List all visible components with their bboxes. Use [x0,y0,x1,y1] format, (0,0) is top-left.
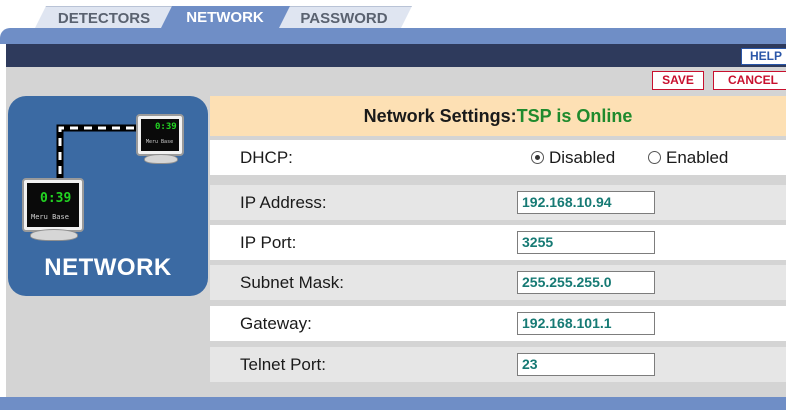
gateway-row: Gateway: 192.168.101.1 [210,306,786,341]
dhcp-disabled-label: Disabled [549,148,616,167]
gateway-field[interactable]: 192.168.101.1 [517,312,655,335]
help-button[interactable]: HELP [741,48,786,65]
small-monitor-label: Meru Base [146,139,174,145]
ip-port-row: IP Port: 3255 [210,225,786,260]
gateway-label: Gateway: [240,314,312,333]
tab-bar: DETECTORS PASSWORD NETWORK [0,0,786,30]
subnet-mask-label: Subnet Mask: [240,273,344,292]
dhcp-enabled-label: Enabled [666,148,729,167]
header-band [0,28,786,44]
dhcp-row: DHCP: Disabled Enabled [210,140,786,175]
cancel-button[interactable]: CANCEL [713,71,786,90]
footer-band [0,397,786,410]
toolbar-strip [6,44,786,67]
telnet-port-field[interactable]: 23 [517,353,655,376]
tab-detectors[interactable]: DETECTORS [34,6,174,30]
network-icon-title: NETWORK [44,254,172,281]
radio-selected-icon [531,151,544,165]
subnet-mask-row: Subnet Mask: 255.255.255.0 [210,265,786,300]
ip-address-label: IP Address: [240,193,327,212]
ip-address-row: IP Address: 192.168.10.94 [210,185,786,220]
tab-network[interactable]: NETWORK [160,6,290,30]
large-monitor-stand-icon [30,229,78,241]
ip-address-field[interactable]: 192.168.10.94 [517,191,655,214]
tsp-status: TSP is Online [516,106,633,126]
tab-password[interactable]: PASSWORD [276,6,412,30]
radio-unselected-icon [648,151,661,165]
small-monitor-time: 0:39 [155,122,177,132]
network-illustration: 0:39 Meru Base 0:39 Meru Base NETWORK [8,96,208,296]
subnet-mask-field[interactable]: 255.255.255.0 [517,271,655,294]
large-monitor-time: 0:39 [40,191,72,206]
telnet-port-row: Telnet Port: 23 [210,347,786,382]
large-monitor-icon: 0:39 Meru Base [22,178,84,232]
dhcp-label: DHCP: [240,148,293,167]
telnet-port-label: Telnet Port: [240,355,326,374]
small-monitor-stand-icon [144,154,178,164]
network-settings-header: Network Settings:TSP is Online [210,96,786,136]
dhcp-disabled-radio[interactable]: Disabled [531,140,615,175]
ip-port-field[interactable]: 3255 [517,231,655,254]
small-monitor-icon: 0:39 Meru Base [136,114,184,156]
settings-title: Network Settings: [363,106,517,126]
large-monitor-label: Meru Base [31,213,69,221]
save-button[interactable]: SAVE [652,71,704,90]
dhcp-enabled-radio[interactable]: Enabled [648,140,728,175]
ip-port-label: IP Port: [240,233,297,252]
